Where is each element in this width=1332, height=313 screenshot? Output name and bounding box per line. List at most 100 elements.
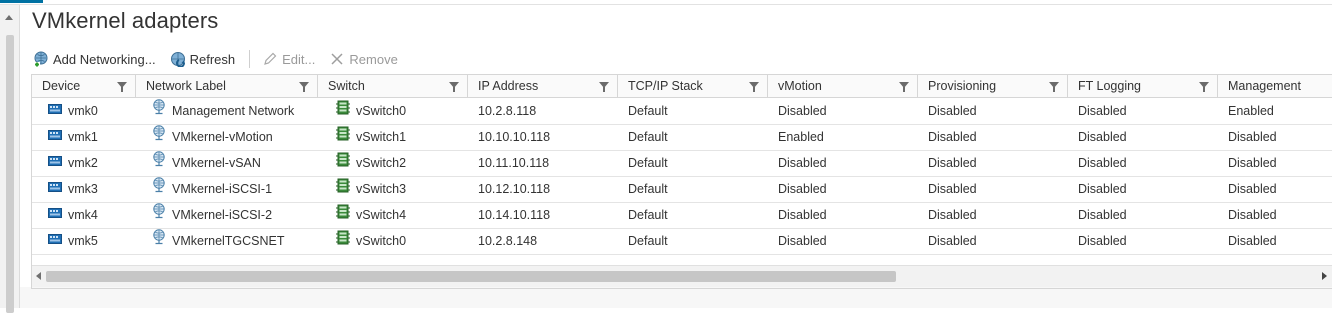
cell-network-label: VMkernel-vSAN <box>136 150 318 176</box>
scroll-left-arrow-icon[interactable] <box>36 272 41 280</box>
cell-device: vmk0 <box>32 98 136 124</box>
cell-value: vSwitch3 <box>356 182 407 196</box>
filter-icon[interactable] <box>1049 82 1059 92</box>
cell-value: Disabled <box>778 104 827 118</box>
network-globe-icon <box>152 202 166 228</box>
cell-switch: vSwitch4 <box>318 202 468 228</box>
cell-switch: vSwitch1 <box>318 124 468 150</box>
table-row[interactable]: vmk5 VMkernelTGCSNET vSwitch0 10.2.8.148 Def… <box>32 228 1332 255</box>
horizontal-scroll-thumb[interactable] <box>46 271 896 282</box>
filter-icon[interactable] <box>449 82 459 92</box>
cell-value: Default <box>628 156 668 170</box>
cell-value: 10.14.10.118 <box>478 208 551 222</box>
column-header-label: FT Logging <box>1078 79 1142 93</box>
cell-value: VMkernel-vMotion <box>172 130 273 144</box>
filter-icon[interactable] <box>299 82 309 92</box>
column-header-device[interactable]: Device <box>32 75 136 97</box>
edit-label: Edit... <box>282 51 316 67</box>
column-header-management[interactable]: Management <box>1218 75 1332 97</box>
cell-value: Enabled <box>778 130 824 144</box>
table-row[interactable]: vmk3 VMkernel-iSCSI-1 vSwitch3 10.12.10.118… <box>32 176 1332 203</box>
vertical-scrollbar[interactable] <box>0 5 20 313</box>
column-header-tcpip-stack[interactable]: TCP/IP Stack <box>618 75 768 97</box>
vertical-scroll-thumb[interactable] <box>6 35 14 313</box>
cell-value: VMkernel-iSCSI-2 <box>172 208 273 222</box>
horizontal-scrollbar[interactable] <box>32 265 1332 287</box>
cell-value: Disabled <box>778 182 827 196</box>
remove-button[interactable]: Remove <box>329 51 398 67</box>
virtual-switch-icon <box>336 228 350 254</box>
table-row[interactable]: vmk1 VMkernel-vMotion vSwitch1 10.10.10.118… <box>32 124 1332 151</box>
cell-ip-address: 10.2.8.118 <box>468 98 618 124</box>
column-header-label: Device <box>42 79 81 93</box>
cell-provisioning: Disabled <box>918 202 1068 228</box>
virtual-switch-icon <box>336 150 350 176</box>
filter-icon[interactable] <box>749 82 759 92</box>
edit-button[interactable]: Edit... <box>262 51 315 67</box>
cell-value: vmk3 <box>68 182 98 196</box>
panel-footer <box>20 287 1332 308</box>
cell-value: vmk5 <box>68 234 98 248</box>
cell-tcpip-stack: Default <box>618 124 768 150</box>
toolbar: Add Networking... Refresh Edit... Remove <box>33 48 412 70</box>
cell-vmotion: Disabled <box>768 228 918 254</box>
cell-value: 10.2.8.118 <box>478 104 537 118</box>
active-tab-indicator[interactable] <box>0 0 43 3</box>
cell-value: Disabled <box>1078 130 1127 144</box>
network-globe-icon <box>152 98 166 124</box>
cell-switch: vSwitch0 <box>318 98 468 124</box>
column-header-provisioning[interactable]: Provisioning <box>918 75 1068 97</box>
scroll-up-arrow-icon[interactable] <box>5 15 13 20</box>
nic-adapter-icon <box>48 228 62 254</box>
cell-provisioning: Disabled <box>918 98 1068 124</box>
pencil-icon <box>262 51 278 67</box>
add-network-icon <box>33 51 49 67</box>
cell-value: Disabled <box>1078 234 1127 248</box>
cell-value: vSwitch0 <box>356 104 407 118</box>
nic-adapter-icon <box>48 124 62 150</box>
filter-icon[interactable] <box>117 82 127 92</box>
column-header-ip-address[interactable]: IP Address <box>468 75 618 97</box>
cell-value: VMkernel-vSAN <box>172 156 261 170</box>
column-header-label: vMotion <box>778 79 822 93</box>
cell-ip-address: 10.11.10.118 <box>468 150 618 176</box>
cell-value: Disabled <box>778 156 827 170</box>
cell-ft-logging: Disabled <box>1068 176 1218 202</box>
cell-value: Disabled <box>928 182 977 196</box>
filter-icon[interactable] <box>899 82 909 92</box>
cell-value: Default <box>628 234 668 248</box>
filter-icon[interactable] <box>1199 82 1209 92</box>
cell-value: Default <box>628 208 668 222</box>
table-row[interactable]: vmk4 VMkernel-iSCSI-2 vSwitch4 10.14.10.118… <box>32 202 1332 229</box>
virtual-switch-icon <box>336 176 350 202</box>
cell-vmotion: Enabled <box>768 124 918 150</box>
refresh-icon <box>170 51 186 68</box>
cell-network-label: VMkernel-vMotion <box>136 124 318 150</box>
refresh-button[interactable]: Refresh <box>170 51 236 68</box>
column-header-vmotion[interactable]: vMotion <box>768 75 918 97</box>
cell-value: Disabled <box>1228 234 1277 248</box>
column-header-ft-logging[interactable]: FT Logging <box>1068 75 1218 97</box>
column-header-switch[interactable]: Switch <box>318 75 468 97</box>
cell-value: vSwitch0 <box>356 234 407 248</box>
cell-management: Disabled <box>1218 124 1332 150</box>
cell-provisioning: Disabled <box>918 176 1068 202</box>
scroll-right-arrow-icon[interactable] <box>1322 272 1327 280</box>
column-header-network-label[interactable]: Network Label <box>136 75 318 97</box>
table-row[interactable]: vmk0 Management Network vSwitch0 10.2.8.118… <box>32 98 1332 125</box>
cell-device: vmk3 <box>32 176 136 202</box>
cell-ip-address: 10.10.10.118 <box>468 124 618 150</box>
table-row[interactable]: vmk2 VMkernel-vSAN vSwitch2 10.11.10.118 Def… <box>32 150 1332 177</box>
cell-value: vSwitch1 <box>356 130 407 144</box>
cell-tcpip-stack: Default <box>618 202 768 228</box>
cell-value: Disabled <box>1078 104 1127 118</box>
column-header-label: Management <box>1228 79 1301 93</box>
add-networking-button[interactable]: Add Networking... <box>33 51 156 67</box>
cell-value: vmk1 <box>68 130 98 144</box>
cell-ip-address: 10.12.10.118 <box>468 176 618 202</box>
refresh-label: Refresh <box>189 51 236 67</box>
add-networking-label: Add Networking... <box>53 51 156 67</box>
filter-icon[interactable] <box>599 82 609 92</box>
cell-value: Default <box>628 130 668 144</box>
cell-value: Disabled <box>1078 182 1127 196</box>
